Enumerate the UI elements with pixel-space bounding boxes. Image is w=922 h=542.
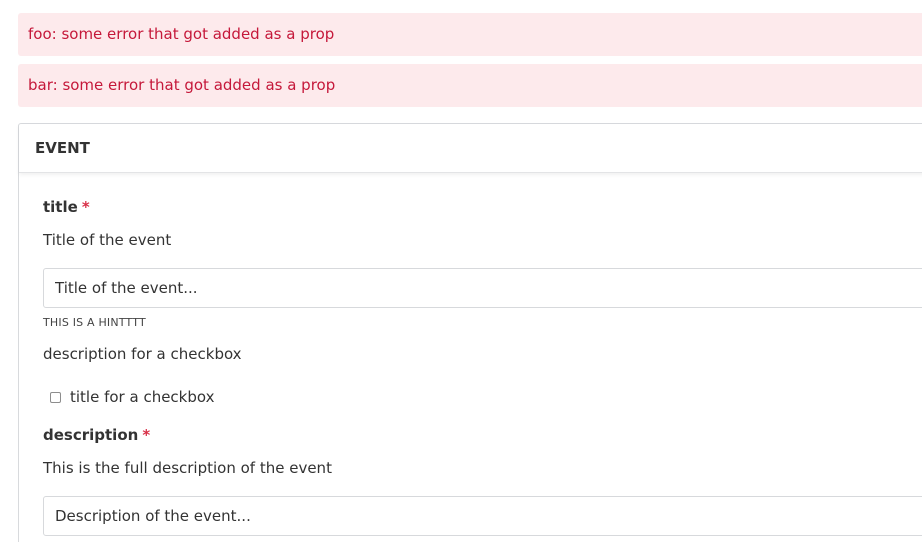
- panel-title: EVENT: [19, 124, 922, 173]
- title-input[interactable]: [43, 268, 922, 308]
- error-alert-bar: bar: some error that got added as a prop: [18, 64, 922, 107]
- required-asterisk: *: [142, 426, 151, 444]
- checkbox-input[interactable]: [50, 391, 61, 403]
- title-field-label: title *: [43, 198, 90, 216]
- required-asterisk: *: [81, 198, 90, 216]
- description-label-text: description: [43, 426, 139, 444]
- checkbox-label[interactable]: title for a checkbox: [70, 388, 214, 406]
- title-field-description: Title of the event: [43, 231, 172, 249]
- error-alert-foo: foo: some error that got added as a prop: [18, 13, 922, 56]
- checkbox-row[interactable]: title for a checkbox: [50, 388, 214, 406]
- description-field-label: description *: [43, 426, 150, 444]
- description-input[interactable]: [43, 496, 922, 536]
- event-panel: EVENT title* Title of the event THIS IS …: [18, 123, 922, 542]
- error-alert-text: foo: some error that got added as a prop: [28, 25, 335, 43]
- title-label-text: title: [43, 198, 78, 216]
- checkbox-field-description: description for a checkbox: [43, 345, 242, 363]
- title-field-hint: THIS IS A HINTTTT: [43, 316, 146, 329]
- description-field-description: This is the full description of the even…: [43, 459, 332, 477]
- error-alert-text: bar: some error that got added as a prop: [28, 76, 336, 94]
